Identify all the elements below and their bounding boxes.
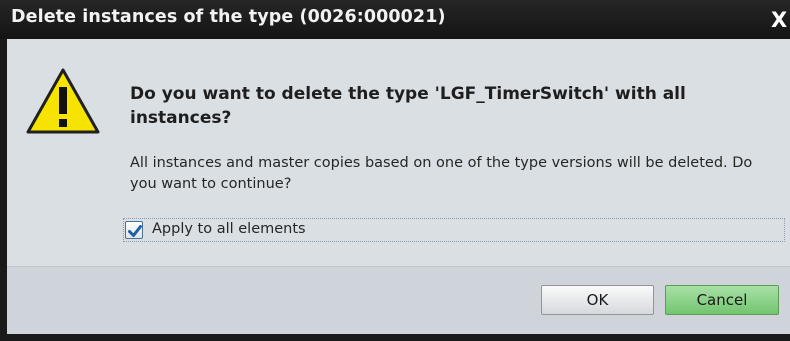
apply-to-all-label: Apply to all elements xyxy=(152,221,306,237)
cancel-button[interactable]: Cancel xyxy=(665,285,779,315)
checkmark-icon xyxy=(128,225,142,237)
confirmation-question: Do you want to delete the type 'LGF_Time… xyxy=(130,84,686,128)
delete-type-dialog: Delete instances of the type (0026:00002… xyxy=(0,0,790,341)
window-border-bottom xyxy=(0,334,790,341)
dialog-title: Delete instances of the type (0026:00002… xyxy=(11,7,446,27)
close-icon[interactable]: X xyxy=(771,8,790,32)
apply-to-all-option[interactable]: Apply to all elements xyxy=(123,218,785,242)
warning-icon xyxy=(25,67,101,135)
apply-to-all-checkbox[interactable] xyxy=(125,221,143,239)
confirmation-detail: All instances and master copies based on… xyxy=(130,155,753,192)
dialog-titlebar[interactable]: Delete instances of the type (0026:00002… xyxy=(0,0,790,39)
ok-button[interactable]: OK xyxy=(541,285,654,315)
